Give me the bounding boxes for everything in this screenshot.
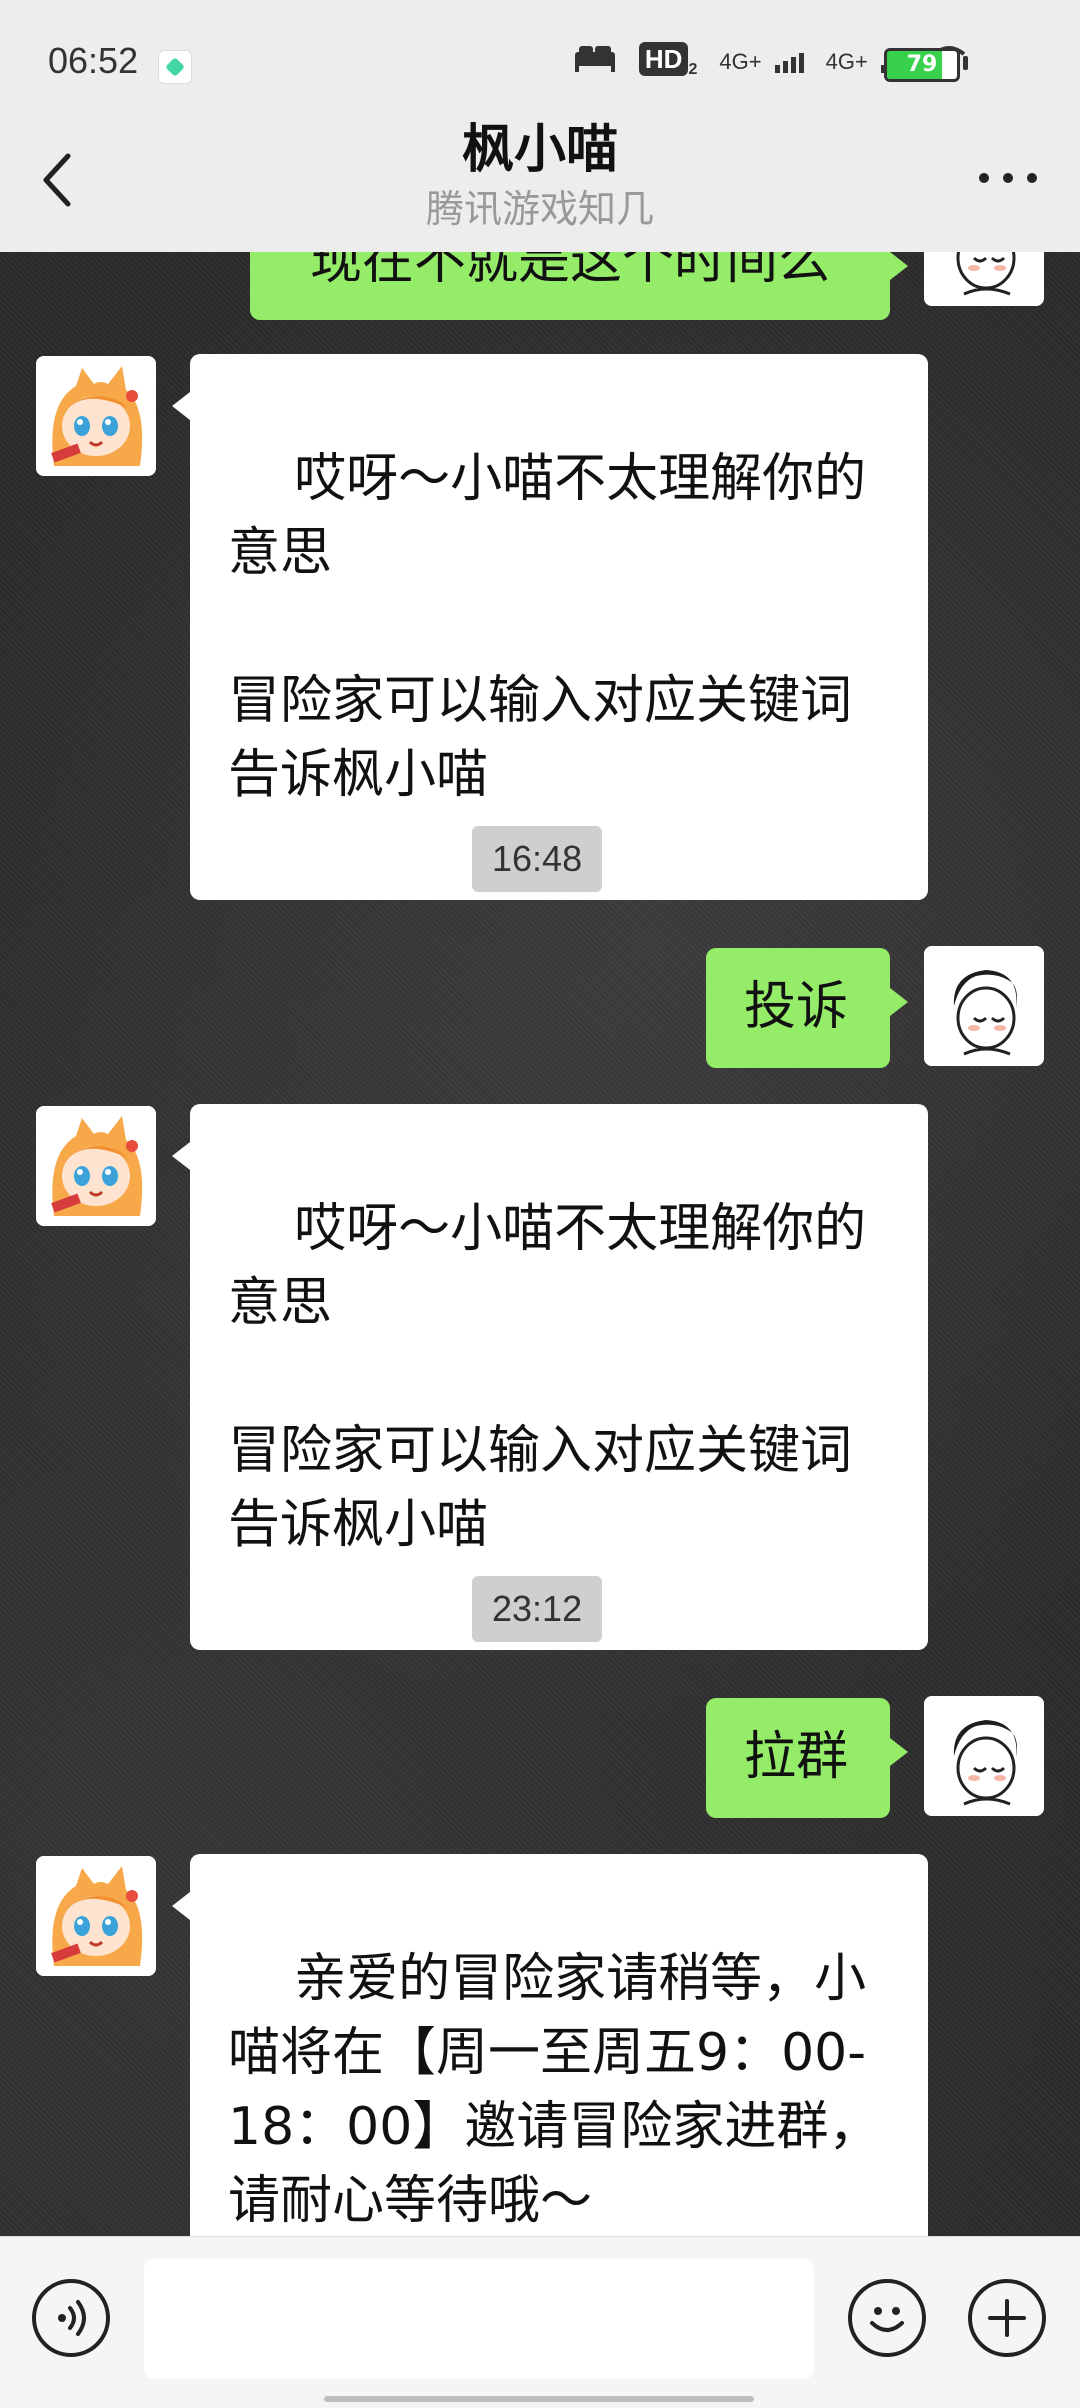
chat-title: 枫小喵 [461, 120, 618, 180]
emoji-icon [870, 2307, 904, 2332]
message-bubble-me[interactable]: 现在不就是这个时间么 [250, 252, 908, 320]
message-text: 投诉 [744, 977, 849, 1037]
hd-icon: HD 2 [638, 42, 698, 79]
timestamp: 16:48 [472, 826, 603, 892]
more-button[interactable] [976, 170, 1040, 186]
voice-icon [58, 2300, 86, 2336]
network-4g-icon: 4G+ [719, 48, 804, 74]
timestamp: 23:12 [472, 1576, 603, 1642]
user-avatar[interactable] [924, 1696, 1044, 1816]
title-wrap: 枫小喵 腾讯游戏知几 [0, 118, 1080, 236]
bot-avatar[interactable] [36, 1856, 156, 1976]
message-bubble-bot[interactable]: 哎呀～小喵不太理解你的意思 冒险家可以输入对应关键词告诉枫小喵 [172, 354, 928, 900]
message-text: 哎呀～小喵不太理解你的意思 冒险家可以输入对应关键词告诉枫小喵 [228, 1199, 867, 1555]
home-indicator[interactable] [324, 2396, 754, 2402]
chat-subtitle: 腾讯游戏知几 [425, 187, 654, 231]
message-bubble-me[interactable]: 拉群 [706, 1698, 908, 1818]
message-text: 拉群 [744, 1727, 849, 1787]
battery-icon: 79 [884, 48, 960, 82]
network-1-label: 4G+ [719, 48, 762, 74]
hd-sub: 2 [688, 61, 698, 79]
message-bubble-bot[interactable]: 亲爱的冒险家请稍等，小喵将在【周一至周五9：00-18：00】邀请冒险家进群，请… [172, 1854, 928, 2236]
hd-label: HD [638, 42, 689, 76]
bot-avatar[interactable] [36, 356, 156, 476]
message-input[interactable] [144, 2259, 814, 2379]
message-text: 现在不就是这个时间么 [309, 252, 830, 291]
voice-button[interactable] [32, 2279, 110, 2357]
battery-text: 79 [906, 52, 938, 77]
plus-button[interactable] [968, 2279, 1046, 2357]
message-text: 亲爱的冒险家请稍等，小喵将在【周一至周五9：00-18：00】邀请冒险家进群，请… [228, 1949, 881, 2231]
notification-icon [158, 50, 192, 84]
message-bubble-bot[interactable]: 哎呀～小喵不太理解你的意思 冒险家可以输入对应关键词告诉枫小喵 [172, 1104, 928, 1650]
message-text: 哎呀～小喵不太理解你的意思 冒险家可以输入对应关键词告诉枫小喵 [228, 449, 867, 805]
emoji-button[interactable] [848, 2279, 926, 2357]
top-header: 06:52 HD 2 4G+ 4G+ 79 枫小喵 腾讯游戏知几 [0, 0, 1080, 252]
user-avatar[interactable] [924, 252, 1044, 306]
network-2-label: 4G+ [825, 48, 868, 74]
status-time: 06:52 [48, 40, 139, 81]
message-bubble-me[interactable]: 投诉 [706, 948, 908, 1068]
battery-tip [963, 56, 968, 70]
bed-icon [573, 44, 617, 79]
bot-avatar[interactable] [36, 1106, 156, 1226]
plus-icon [988, 2299, 1026, 2337]
chat-area[interactable]: 现在不就是这个时间么 哎呀～小喵不太理解你的意思 冒险家可以输入对应关键词告诉枫… [0, 252, 1080, 2236]
more-dots-icon [979, 173, 1037, 183]
input-bar [0, 2236, 1080, 2408]
user-avatar[interactable] [924, 946, 1044, 1066]
